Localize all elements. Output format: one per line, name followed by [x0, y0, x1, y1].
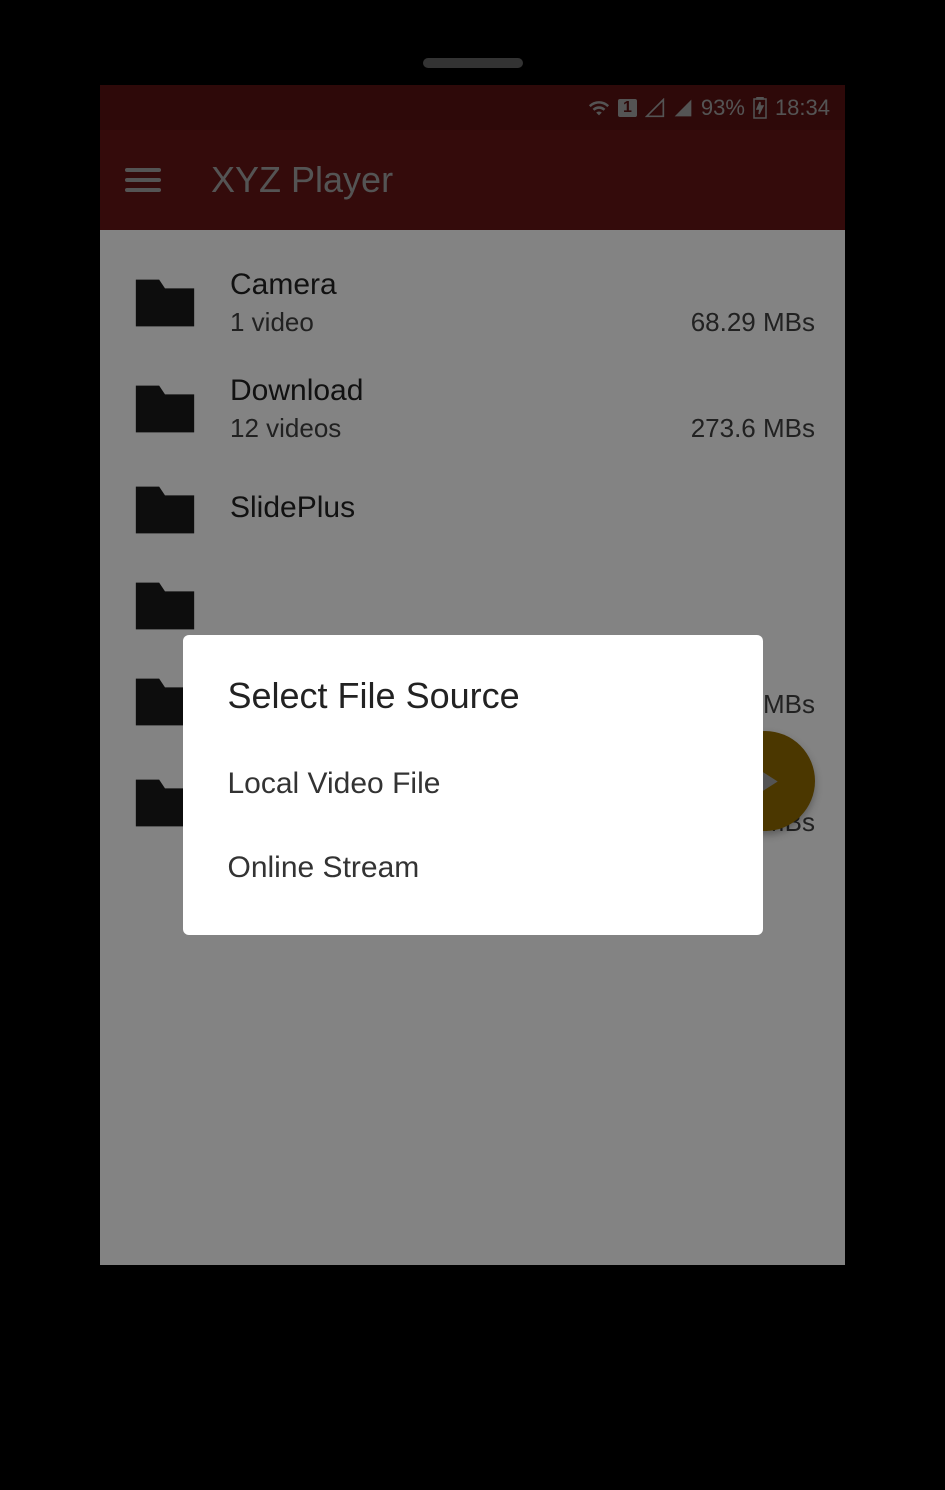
dialog-option-stream[interactable]: Online Stream: [183, 826, 763, 910]
file-source-dialog: Select File Source Local Video File Onli…: [183, 635, 763, 935]
phone-frame: 1 93% 18:34 XYZ Player: [75, 20, 870, 1470]
dialog-title: Select File Source: [183, 675, 763, 742]
dialog-option-local[interactable]: Local Video File: [183, 742, 763, 826]
app-screen: 1 93% 18:34 XYZ Player: [100, 85, 845, 1265]
phone-speaker: [423, 58, 523, 68]
